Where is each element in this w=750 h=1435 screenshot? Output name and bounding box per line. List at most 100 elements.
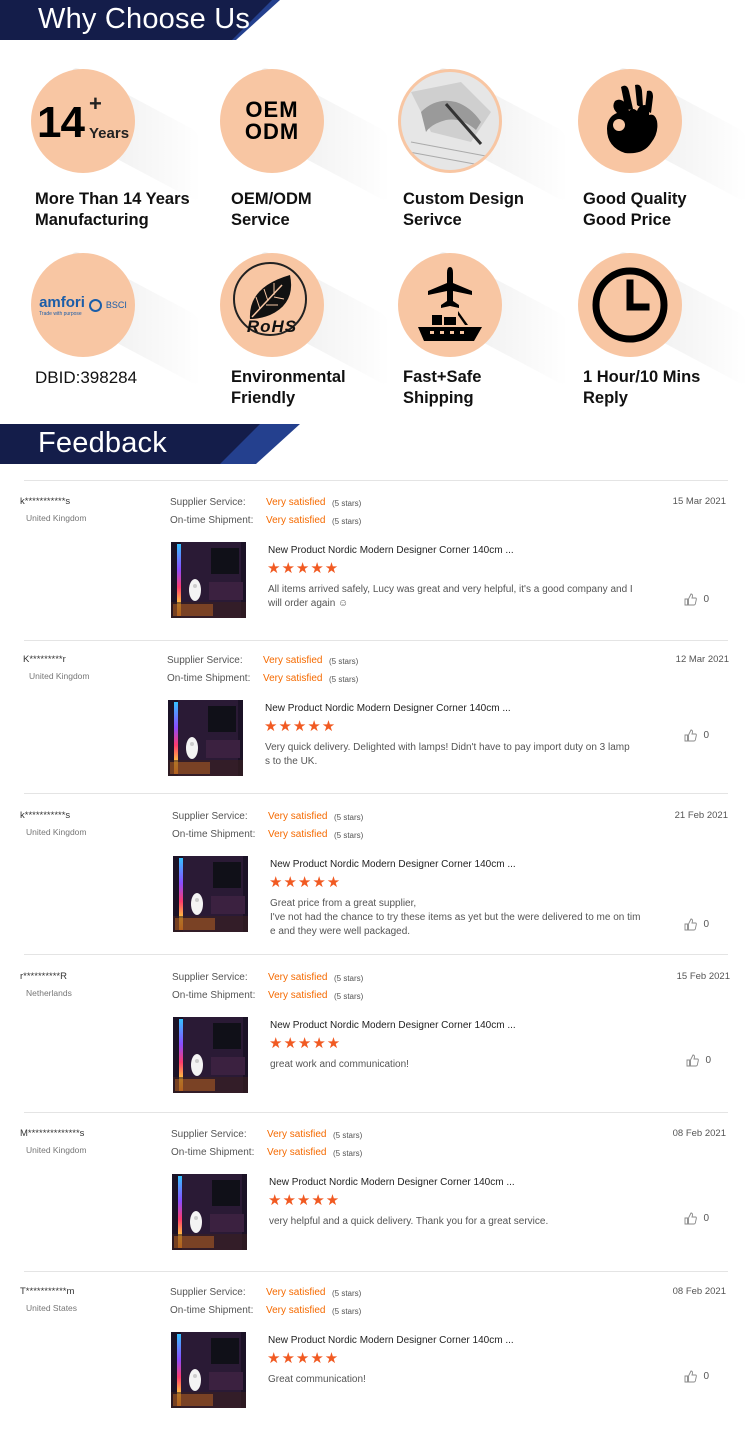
rohs-leaf-icon: RoHS — [220, 253, 324, 357]
review-comment: Great price from a great supplier, I've … — [270, 898, 641, 937]
shipment-label: On-time Shipment: — [170, 515, 254, 526]
supplier-service-label: Supplier Service: — [172, 811, 248, 822]
review-comment: very helpful and a quick delivery. Thank… — [269, 1216, 549, 1227]
supplier-service-label: Supplier Service: — [170, 497, 246, 508]
review-item: k***********s United Kingdom Supplier Se… — [0, 796, 750, 946]
supplier-service-stars: (5 stars) — [332, 499, 362, 508]
supplier-service-value: Very satisfied — [268, 972, 328, 983]
review-comment: great work and communication! — [270, 1059, 409, 1070]
years-word: Years — [89, 125, 130, 142]
clock-icon — [578, 253, 682, 357]
shipment-label: On-time Shipment: — [172, 990, 256, 1001]
drafting-hand-icon — [398, 69, 502, 173]
supplier-service-value: Very satisfied — [266, 1287, 326, 1298]
banner-slash — [236, 0, 750, 40]
shipment-label: On-time Shipment: — [171, 1147, 255, 1158]
like-count: 0 — [703, 919, 709, 930]
reviewer-country: United Kingdom — [29, 671, 90, 681]
like-button[interactable]: 0 — [686, 1054, 711, 1067]
product-title[interactable]: New Product Nordic Modern Designer Corne… — [269, 1177, 515, 1188]
like-button[interactable]: 0 — [684, 1212, 709, 1225]
product-title[interactable]: New Product Nordic Modern Designer Corne… — [270, 859, 516, 870]
reviewer-country: United States — [26, 1303, 78, 1313]
why-choose-us-title: Why Choose Us — [38, 3, 251, 35]
shipment-label: On-time Shipment: — [167, 673, 251, 684]
review-date: 15 Feb 2021 — [676, 971, 730, 982]
feature-rohs-label: Environmental Friendly — [231, 368, 346, 407]
product-title[interactable]: New Product Nordic Modern Designer Corne… — [268, 1335, 514, 1346]
review-divider — [24, 954, 728, 955]
feature-design-label: Custom Design Serivce — [403, 190, 525, 229]
review-date: 15 Mar 2021 — [672, 496, 726, 507]
shipment-value: Very satisfied — [266, 1305, 326, 1316]
feature-oem-label: OEM/ODM Service — [231, 190, 312, 229]
product-thumbnail[interactable] — [171, 1332, 246, 1408]
thumbs-up-icon — [684, 729, 698, 742]
supplier-service-stars: (5 stars) — [334, 813, 364, 822]
shipment-value: Very satisfied — [267, 1147, 327, 1158]
supplier-service-label: Supplier Service: — [172, 972, 248, 983]
shipment-value: Very satisfied — [268, 990, 328, 1001]
reviewer-name: M**************s — [20, 1128, 85, 1139]
rating-stars: ★★★★★ — [269, 874, 342, 891]
feature-design — [398, 64, 568, 204]
review-item: r**********R Netherlands Supplier Servic… — [0, 957, 750, 1107]
feature-shipping — [398, 248, 568, 388]
supplier-service-value: Very satisfied — [263, 655, 323, 666]
feature-years: 14 + Years — [31, 64, 201, 204]
review-date: 08 Feb 2021 — [672, 1286, 726, 1297]
thumbs-up-icon — [684, 1370, 698, 1383]
odm-word: ODM — [244, 119, 300, 144]
oem-word: OEM — [245, 97, 299, 122]
like-button[interactable]: 0 — [684, 1370, 709, 1383]
amfori-tagline: Trade with purpose — [39, 310, 82, 317]
supplier-service-value: Very satisfied — [266, 497, 326, 508]
review-item: k***********s United Kingdom Supplier Se… — [0, 482, 750, 632]
like-count: 0 — [703, 1371, 709, 1382]
like-button[interactable]: 0 — [684, 729, 709, 742]
product-thumbnail[interactable] — [173, 1017, 248, 1093]
rohs-word: RoHS — [246, 317, 298, 336]
review-divider — [24, 480, 728, 481]
like-count: 0 — [703, 730, 709, 741]
shipment-stars: (5 stars) — [334, 831, 364, 840]
feature-oem: OEM ODM — [220, 64, 390, 204]
product-title[interactable]: New Product Nordic Modern Designer Corne… — [268, 545, 514, 556]
shipment-value: Very satisfied — [268, 829, 328, 840]
shipment-stars: (5 stars) — [332, 517, 362, 526]
reviewer-name: K*********r — [23, 654, 66, 665]
feature-years-label: More Than 14 Years Manufacturing — [35, 190, 190, 229]
supplier-service-stars: (5 stars) — [333, 1131, 363, 1140]
oem-odm-icon: OEM ODM — [220, 69, 324, 173]
like-button[interactable]: 0 — [684, 918, 709, 931]
supplier-service-stars: (5 stars) — [329, 657, 359, 666]
product-thumbnail[interactable] — [168, 700, 243, 776]
ok-hand-icon — [578, 69, 682, 173]
feature-rohs: RoHS — [220, 248, 390, 388]
feedback-banner: Feedback — [0, 424, 750, 464]
amfori-bsci-logo: amfori Trade with purpose BSCI — [31, 253, 135, 357]
shipment-label: On-time Shipment: — [172, 829, 256, 840]
feature-reply-label: 1 Hour/10 Mins Reply — [583, 368, 701, 407]
rating-stars: ★★★★★ — [267, 560, 340, 577]
reviewer-name: r**********R — [20, 971, 67, 982]
product-thumbnail[interactable] — [171, 542, 246, 618]
supplier-service-label: Supplier Service: — [167, 655, 243, 666]
product-title[interactable]: New Product Nordic Modern Designer Corne… — [265, 703, 511, 714]
product-thumbnail[interactable] — [173, 856, 248, 932]
review-date: 08 Feb 2021 — [672, 1128, 726, 1139]
product-title[interactable]: New Product Nordic Modern Designer Corne… — [270, 1020, 516, 1031]
review-comment: Great communication! — [268, 1374, 366, 1385]
rating-stars: ★★★★★ — [268, 1192, 341, 1209]
supplier-service-label: Supplier Service: — [171, 1129, 247, 1140]
reviewer-name: k***********s — [20, 810, 71, 821]
product-thumbnail[interactable] — [172, 1174, 247, 1250]
like-button[interactable]: 0 — [684, 593, 709, 606]
feature-reply — [578, 248, 748, 388]
rating-stars: ★★★★★ — [267, 1350, 340, 1367]
bsci-word: BSCI — [105, 300, 127, 310]
like-count: 0 — [703, 1213, 709, 1224]
shipment-stars: (5 stars) — [329, 675, 359, 684]
years-badge-icon: 14 + Years — [31, 69, 135, 173]
rating-stars: ★★★★★ — [269, 1035, 342, 1052]
